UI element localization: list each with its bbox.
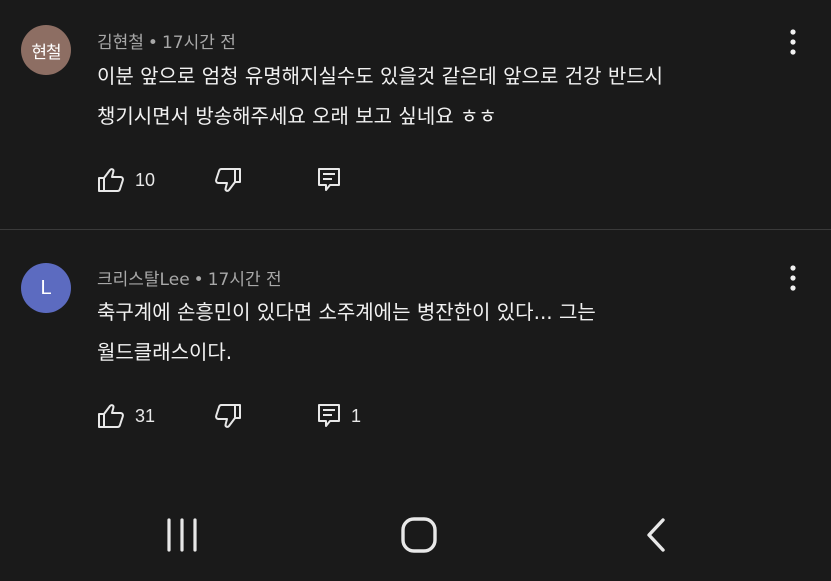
comment-text-line: 월드클래스이다. — [97, 340, 233, 364]
comment-icon — [318, 404, 340, 427]
comment-text-line: 챙기시면서 방송해주세요 오래 보고 싶네요 ㅎㅎ — [97, 104, 497, 128]
like-count: 10 — [135, 169, 156, 190]
reply-count: 1 — [351, 405, 362, 426]
more-vert-icon — [790, 265, 796, 291]
comment-meta: 크리스탈Lee • 17시간 전 — [97, 265, 282, 290]
comment-item: L 크리스탈Lee • 17시간 전 축구계에 손흥민이 있다면 소주계에는 병잔한… — [0, 230, 831, 490]
comment-text: 축구계에 손흥민이 있다면 소주계에는 병잔한이 있다... 그는 월드클래스이… — [97, 292, 596, 372]
thumb-up-icon — [98, 404, 124, 428]
avatar-initials: L — [40, 276, 52, 299]
like-count: 31 — [135, 405, 156, 426]
comment-icon — [318, 168, 340, 191]
recent-apps-button[interactable] — [152, 514, 212, 556]
meta-separator: • — [147, 33, 158, 53]
comment-meta: 김현철 • 17시간 전 — [97, 28, 236, 53]
meta-separator: • — [193, 270, 204, 290]
comment-actions: 31 1 — [97, 400, 497, 432]
comment-text-line: 이분 앞으로 엄청 유명해지실수도 있을것 같은데 앞으로 건강 반드시 — [97, 64, 664, 88]
reply-button[interactable]: 1 — [317, 400, 361, 432]
more-vert-icon — [790, 29, 796, 55]
comment-author[interactable]: 크리스탈Lee — [97, 270, 190, 290]
back-icon — [647, 518, 665, 552]
comment-author[interactable]: 김현철 — [97, 33, 144, 53]
home-icon — [401, 517, 437, 553]
dislike-button[interactable] — [214, 400, 242, 432]
avatar-initials: 현철 — [31, 42, 61, 63]
comment-item: 현철 김현철 • 17시간 전 이분 앞으로 엄청 유명해지실수도 있을것 같은데 … — [0, 0, 831, 229]
comment-time: 17시간 전 — [207, 270, 282, 290]
dislike-button[interactable] — [214, 164, 242, 196]
more-options-button[interactable] — [783, 26, 803, 58]
system-navigation-bar — [0, 490, 831, 581]
reply-button[interactable] — [317, 164, 351, 196]
avatar[interactable]: L — [21, 263, 71, 313]
back-button[interactable] — [626, 514, 686, 556]
comment-text: 이분 앞으로 엄청 유명해지실수도 있을것 같은데 앞으로 건강 반드시 챙기시… — [97, 56, 663, 136]
like-button[interactable]: 31 — [97, 400, 155, 432]
thumb-down-icon — [215, 404, 241, 428]
avatar[interactable]: 현철 — [21, 25, 71, 75]
comment-text-line: 축구계에 손흥민이 있다면 소주계에는 병잔한이 있다... 그는 — [97, 300, 596, 324]
home-button[interactable] — [389, 514, 449, 556]
more-options-button[interactable] — [783, 262, 803, 294]
like-button[interactable]: 10 — [97, 164, 155, 196]
comment-time: 17시간 전 — [161, 33, 236, 53]
thumb-down-icon — [215, 168, 241, 192]
thumb-up-icon — [98, 168, 124, 192]
comment-actions: 10 — [97, 164, 497, 196]
recent-apps-icon — [167, 518, 197, 552]
